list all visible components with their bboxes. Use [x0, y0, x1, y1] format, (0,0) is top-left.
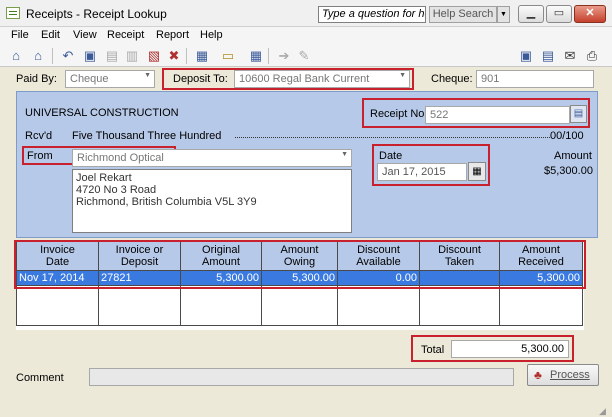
- print-icon[interactable]: ⎙: [584, 48, 600, 64]
- empty-cell[interactable]: [98, 285, 181, 326]
- cents-text: 00/100: [550, 130, 584, 142]
- menu-help[interactable]: Help: [200, 29, 223, 41]
- cheque-label: Cheque:: [431, 73, 473, 85]
- amount-in-words: Five Thousand Three Hundred: [72, 130, 222, 142]
- company-name: UNIVERSAL CONSTRUCTION: [25, 107, 179, 119]
- card-icon[interactable]: ▭: [220, 48, 236, 64]
- chevron-down-icon[interactable]: ▼: [497, 6, 510, 23]
- doc-icon[interactable]: ▤: [104, 48, 120, 64]
- date-label: Date: [379, 150, 403, 162]
- empty-cell[interactable]: [16, 285, 99, 326]
- address-line: Richmond, British Columbia V5L 3Y9: [76, 196, 257, 208]
- cheque-input[interactable]: 901: [476, 70, 594, 88]
- undo-icon[interactable]: ↶: [60, 48, 76, 64]
- empty-cell[interactable]: [337, 285, 420, 326]
- from-value: Richmond Optical: [77, 152, 164, 164]
- window-icon[interactable]: ▣: [518, 48, 534, 64]
- paid-by-select[interactable]: Cheque ▼: [65, 70, 155, 88]
- preview-icon[interactable]: ▤: [540, 48, 556, 64]
- forward-icon[interactable]: ➔: [276, 48, 292, 64]
- resize-grip-icon[interactable]: ◢: [599, 406, 606, 417]
- minimize-button[interactable]: ▁: [518, 5, 544, 23]
- chevron-down-icon: ▼: [341, 151, 348, 158]
- receipt-no-input[interactable]: 522: [425, 106, 570, 124]
- journal-icon[interactable]: ▦: [194, 48, 210, 64]
- deposit-to-value: 10600 Regal Bank Current: [239, 73, 370, 85]
- address-box[interactable]: Joel Rekart 4720 No 3 Road Richmond, Bri…: [72, 169, 352, 233]
- process-button[interactable]: ♣ Process: [527, 364, 599, 386]
- calendar-icon[interactable]: ▦: [468, 162, 486, 181]
- receipt-panel: UNIVERSAL CONSTRUCTION Receipt No. 522 ▤…: [16, 91, 598, 238]
- deposit-to-select[interactable]: 10600 Regal Bank Current ▼: [234, 70, 410, 88]
- toolbar: ⌂ ⌂ ↶ ▣ ▤ ▥ ▧ ✖ ▦ ▭ ▦ ➔ ✎ ▣ ▤ ✉ ⎙: [0, 45, 612, 67]
- toolbar-separator: [186, 48, 187, 64]
- lookup-icon[interactable]: ▤: [570, 105, 587, 123]
- empty-cell[interactable]: [499, 285, 583, 326]
- remove-icon[interactable]: ✖: [166, 48, 182, 64]
- from-select[interactable]: Richmond Optical ▼: [72, 149, 352, 167]
- window-title: Receipts - Receipt Lookup: [26, 7, 167, 21]
- help-question-input[interactable]: Type a question for help: [318, 6, 426, 23]
- process-label: Process: [550, 369, 590, 381]
- address-line: Joel Rekart: [76, 172, 132, 184]
- total-value: 5,300.00: [451, 340, 569, 358]
- menu-edit[interactable]: Edit: [41, 29, 60, 41]
- close-button[interactable]: ✕: [574, 5, 606, 23]
- comment-label: Comment: [16, 372, 64, 384]
- footer: Total 5,300.00 Comment ♣ Process ◢: [0, 330, 612, 417]
- edit-icon[interactable]: ✎: [296, 48, 312, 64]
- menu-receipt[interactable]: Receipt: [107, 29, 144, 41]
- lookup-icon[interactable]: ▥: [124, 48, 140, 64]
- chevron-down-icon: ▼: [144, 72, 151, 79]
- toolbar-separator: [268, 48, 269, 64]
- date-input[interactable]: Jan 17, 2015: [377, 163, 467, 181]
- empty-cell[interactable]: [419, 285, 500, 326]
- paid-by-label: Paid By:: [16, 73, 57, 85]
- paid-by-value: Cheque: [70, 73, 109, 85]
- header-row: Paid By: Cheque ▼ Deposit To: 10600 Rega…: [0, 67, 612, 92]
- rcvd-label: Rcv'd: [25, 130, 53, 142]
- words-dotted-line: [235, 137, 550, 138]
- menu-report[interactable]: Report: [156, 29, 189, 41]
- receipt-no-label: Receipt No.: [370, 108, 428, 120]
- home-alt-icon[interactable]: ⌂: [30, 48, 46, 64]
- chevron-down-icon: ▼: [399, 72, 406, 79]
- total-label: Total: [421, 344, 445, 356]
- deposit-to-label: Deposit To:: [173, 73, 228, 85]
- receipt-app-icon: [6, 7, 20, 19]
- comment-input[interactable]: [89, 368, 514, 386]
- title-bar: Receipts - Receipt Lookup Type a questio…: [0, 0, 612, 27]
- from-label: From: [27, 150, 53, 162]
- calculator-icon[interactable]: ▦: [248, 48, 264, 64]
- toolbar-separator: [52, 48, 53, 64]
- help-search-button[interactable]: Help Search: [429, 6, 497, 23]
- email-icon[interactable]: ✉: [562, 48, 578, 64]
- menu-bar: File Edit View Receipt Report Help: [0, 27, 612, 45]
- grid-highlight: [14, 240, 586, 289]
- empty-cell[interactable]: [261, 285, 338, 326]
- table-row[interactable]: [16, 285, 583, 326]
- address-line: 4720 No 3 Road: [76, 184, 157, 196]
- empty-cell[interactable]: [180, 285, 262, 326]
- receipt-icon[interactable]: ▣: [82, 48, 98, 64]
- menu-view[interactable]: View: [73, 29, 97, 41]
- amount-label: Amount: [554, 150, 592, 162]
- menu-file[interactable]: File: [11, 29, 29, 41]
- home-icon[interactable]: ⌂: [8, 48, 24, 64]
- delete-icon[interactable]: ▧: [146, 48, 162, 64]
- stamp-icon: ♣: [534, 368, 542, 382]
- maximize-button[interactable]: ▭: [546, 5, 572, 23]
- amount-value: $5,300.00: [544, 165, 593, 177]
